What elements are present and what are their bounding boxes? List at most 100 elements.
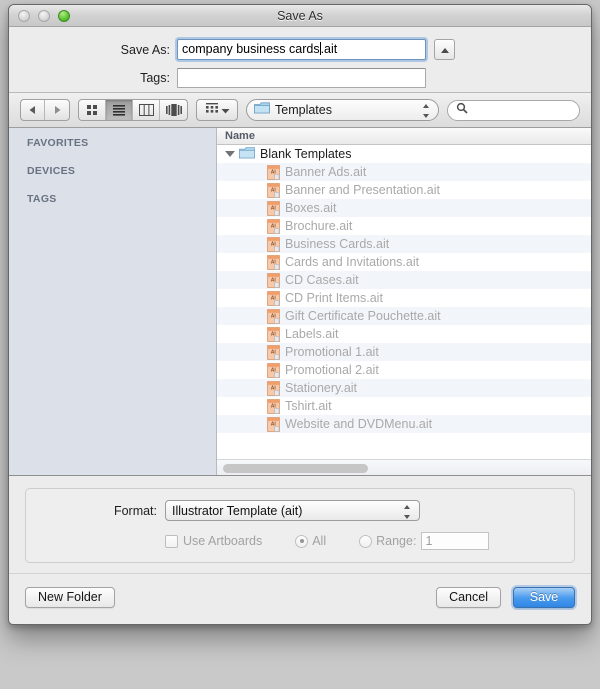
new-folder-button[interactable]: New Folder — [25, 586, 115, 608]
arrange-by-icon — [205, 101, 219, 119]
file-row: AI Promotional 1.ait — [217, 343, 591, 361]
all-radio[interactable] — [295, 534, 309, 548]
ai-template-file-icon: AI — [267, 182, 280, 198]
save-as-dialog-window: Save As Save As: company business cards.… — [8, 4, 592, 625]
file-row: AI Cards and Invitations.ait — [217, 253, 591, 271]
dialog-footer: New Folder Cancel Save — [9, 573, 591, 620]
path-popup-button[interactable]: Templates — [246, 99, 439, 121]
search-field[interactable] — [447, 99, 580, 121]
close-button[interactable] — [18, 10, 30, 22]
navigation-buttons — [20, 99, 70, 121]
save-button[interactable]: Save — [513, 586, 575, 608]
file-row-label: Gift Certificate Pouchette.ait — [285, 309, 441, 323]
ai-template-file-icon: AI — [267, 398, 280, 414]
file-row: AI Website and DVDMenu.ait — [217, 415, 591, 433]
zoom-button[interactable] — [58, 10, 70, 22]
saveas-text-before-caret: company business cards — [182, 42, 320, 56]
ai-template-file-icon: AI — [267, 290, 280, 306]
list-view-button[interactable] — [106, 100, 133, 120]
ai-template-file-icon: AI — [267, 200, 280, 216]
tags-label: Tags: — [140, 71, 170, 85]
chevron-down-icon — [221, 101, 230, 119]
search-input[interactable] — [472, 102, 571, 118]
horizontal-scrollbar-thumb[interactable] — [223, 464, 368, 473]
file-row: AI Banner Ads.ait — [217, 163, 591, 181]
use-artboards-checkbox[interactable] — [165, 534, 178, 548]
file-row-label: Business Cards.ait — [285, 237, 390, 251]
file-browser: FAVORITES DEVICES TAGS Name Blank Templa… — [9, 128, 591, 476]
file-row-label: Labels.ait — [285, 327, 339, 341]
browser-toolbar: Templates — [9, 93, 591, 128]
file-row-label: Website and DVDMenu.ait — [285, 417, 433, 431]
format-options-panel: Format: Illustrator Template (ait) Use A… — [9, 476, 591, 573]
file-row-label: Boxes.ait — [285, 201, 337, 215]
minimize-button[interactable] — [38, 10, 50, 22]
file-row-label: Promotional 1.ait — [285, 345, 379, 359]
horizontal-scrollbar[interactable] — [217, 459, 591, 475]
stepper-updown-icon — [404, 505, 411, 519]
file-row: AI Tshirt.ait — [217, 397, 591, 415]
path-popup-label: Templates — [275, 103, 332, 117]
ai-template-file-icon: AI — [267, 308, 280, 324]
arrange-by-button[interactable] — [196, 99, 238, 121]
sidebar-section-tags[interactable]: TAGS — [9, 192, 216, 206]
coverflow-view-button[interactable] — [160, 100, 187, 120]
ai-template-file-icon: AI — [267, 164, 280, 180]
all-label: All — [312, 534, 327, 548]
filename-panel: Save As: company business cards.ait Tags… — [9, 27, 591, 93]
tags-row: Tags: — [9, 68, 591, 88]
file-row: AI Gift Certificate Pouchette.ait — [217, 307, 591, 325]
format-options-box: Format: Illustrator Template (ait) Use A… — [25, 488, 575, 563]
file-row-label: Promotional 2.ait — [285, 363, 379, 377]
expand-browser-disclosure-button[interactable] — [434, 39, 455, 60]
triangle-down-icon[interactable] — [225, 149, 235, 159]
ai-template-file-icon: AI — [267, 236, 280, 252]
file-row-label: CD Cases.ait — [285, 273, 359, 287]
format-label: Format: — [113, 503, 157, 518]
column-view-button[interactable] — [133, 100, 160, 120]
file-row: AI Promotional 2.ait — [217, 361, 591, 379]
file-row-label: Banner and Presentation.ait — [285, 183, 440, 197]
stepper-updown-icon — [423, 104, 430, 118]
icon-view-button[interactable] — [79, 100, 106, 120]
sidebar-section-devices[interactable]: DEVICES — [9, 164, 216, 178]
range-input[interactable] — [421, 532, 490, 550]
sidebar-section-favorites[interactable]: FAVORITES — [9, 136, 216, 150]
format-popup-value: Illustrator Template (ait) — [172, 503, 303, 518]
file-row: AI Boxes.ait — [217, 199, 591, 217]
file-row: AI Labels.ait — [217, 325, 591, 343]
file-list-pane: Name Blank Templates AI Banner Ads.ait AI Ba… — [217, 128, 591, 475]
file-row-label: Brochure.ait — [285, 219, 353, 233]
file-row-label: Tshirt.ait — [285, 399, 332, 413]
ai-template-file-icon: AI — [267, 326, 280, 342]
window-title: Save As — [277, 9, 323, 23]
saveas-row: Save As: company business cards.ait — [9, 39, 591, 60]
saveas-text-after-caret: .ait — [320, 42, 338, 56]
folder-icon — [254, 101, 270, 119]
tags-input[interactable] — [177, 68, 426, 88]
titlebar: Save As — [9, 5, 591, 27]
folder-row-label: Blank Templates — [260, 147, 352, 161]
saveas-label: Save As: — [120, 42, 170, 57]
file-row: AI Stationery.ait — [217, 379, 591, 397]
ai-template-file-icon: AI — [267, 362, 280, 378]
file-row: AI Brochure.ait — [217, 217, 591, 235]
file-row-label: Stationery.ait — [285, 381, 358, 395]
forward-button[interactable] — [45, 100, 69, 120]
ai-template-file-icon: AI — [267, 344, 280, 360]
back-button[interactable] — [21, 100, 45, 120]
artboards-row: Use Artboards All Range: — [26, 532, 574, 550]
ai-template-file-icon: AI — [267, 272, 280, 288]
folder-row-blank-templates[interactable]: Blank Templates — [217, 145, 591, 163]
cancel-button[interactable]: Cancel — [436, 586, 501, 608]
ai-template-file-icon: AI — [267, 380, 280, 396]
file-row-label: Banner Ads.ait — [285, 165, 367, 179]
use-artboards-label: Use Artboards — [183, 534, 263, 548]
view-mode-buttons — [78, 99, 188, 121]
file-row: AI Banner and Presentation.ait — [217, 181, 591, 199]
format-popup-button[interactable]: Illustrator Template (ait) — [165, 500, 420, 521]
file-row: AI CD Cases.ait — [217, 271, 591, 289]
range-radio[interactable] — [359, 534, 373, 548]
column-header-name[interactable]: Name — [217, 128, 591, 145]
saveas-input[interactable]: company business cards.ait — [177, 39, 426, 60]
